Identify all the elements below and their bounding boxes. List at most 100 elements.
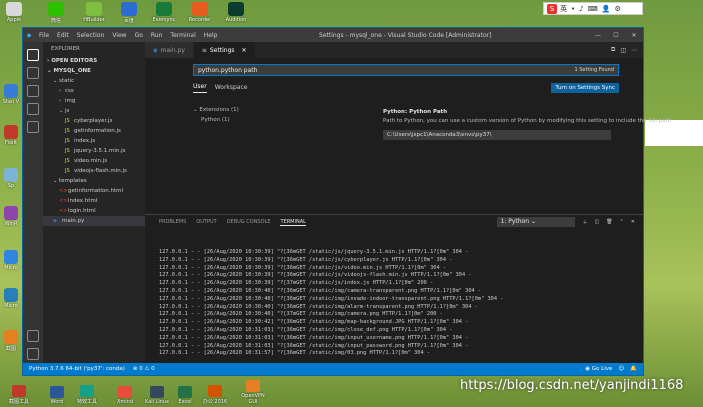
- tree-item[interactable]: JS getinformation.js: [43, 126, 145, 136]
- menu-edit[interactable]: Edit: [53, 32, 73, 39]
- new-terminal-icon[interactable]: ＋: [582, 219, 587, 226]
- desktop-icon[interactable]: 截图: [0, 330, 22, 352]
- taskbar-item[interactable]: 办公 2016: [202, 385, 228, 405]
- taskbar-item[interactable]: Word: [44, 386, 70, 405]
- terminal-line: 127.0.0.1 - - [26/Aug/2020 10:30:39] "?[…: [159, 256, 453, 263]
- open-json-icon[interactable]: ⧉: [611, 46, 615, 54]
- desktop-icon[interactable]: Eversync: [152, 2, 176, 23]
- source-control-icon[interactable]: [27, 85, 39, 97]
- desktop-icon-label: Recorder: [188, 17, 212, 23]
- settings-sync-button[interactable]: Turn on Settings Sync: [551, 83, 619, 93]
- desktop-icon-label: Micro: [4, 303, 18, 309]
- problems-count[interactable]: ⊗ 0 ⚠ 0: [133, 366, 155, 372]
- tree-item[interactable]: ◆ main.py: [43, 216, 145, 226]
- taskbar-item[interactable]: Excel: [172, 386, 198, 405]
- taskbar-item[interactable]: 截图工具: [6, 385, 32, 405]
- tree-item[interactable]: JS index.js: [43, 136, 145, 146]
- tray-item[interactable]: 👤: [602, 5, 611, 13]
- gear-icon[interactable]: [27, 348, 39, 360]
- open-editors-section[interactable]: › OPEN EDITORS: [43, 56, 145, 66]
- tab-problems[interactable]: PROBLEMS: [159, 219, 186, 225]
- tab-output[interactable]: OUTPUT: [196, 219, 216, 225]
- tree-item[interactable]: JS video.min.js: [43, 156, 145, 166]
- desktop-icon[interactable]: Audition: [224, 2, 248, 23]
- tab-user[interactable]: User: [193, 83, 207, 93]
- taskbar-item[interactable]: 特效工具: [74, 385, 100, 405]
- close-window-icon[interactable]: ✕: [625, 32, 643, 39]
- tree-item-label: index.html: [68, 198, 98, 204]
- terminal-select[interactable]: 1: Python ⌄: [497, 217, 576, 227]
- tree-item[interactable]: › css: [43, 86, 145, 96]
- desktop-icon[interactable]: Apple: [2, 2, 26, 23]
- tree-item[interactable]: <>index.html: [43, 196, 145, 206]
- tray-item[interactable]: 英: [560, 5, 567, 13]
- terminal-output[interactable]: 127.0.0.1 - - [26/Aug/2020 10:30:39] "?[…: [145, 229, 643, 358]
- menu-terminal[interactable]: Terminal: [166, 32, 199, 39]
- tab-workspace[interactable]: Workspace: [215, 84, 248, 93]
- desktop-icon[interactable]: Foxit: [0, 125, 22, 146]
- tree-item[interactable]: JS jquery-3.5.1.min.js: [43, 146, 145, 156]
- menu-help[interactable]: Help: [200, 32, 222, 39]
- tree-item[interactable]: ⌄ js: [43, 106, 145, 116]
- menu-go[interactable]: Go: [131, 32, 147, 39]
- extensions-icon[interactable]: [27, 121, 39, 133]
- search-icon[interactable]: [27, 67, 39, 79]
- python-interpreter[interactable]: Python 3.7.6 64-bit ('py37': conda): [29, 366, 125, 372]
- sogou-logo-icon[interactable]: S: [547, 3, 557, 14]
- tree-item[interactable]: <>login.html: [43, 206, 145, 216]
- project-section[interactable]: ⌄ MYSQL_ONE: [43, 66, 145, 76]
- menu-file[interactable]: File: [35, 32, 53, 39]
- taskbar-item[interactable]: Kali Linux: [144, 386, 170, 405]
- desktop-icon[interactable]: Recorder: [188, 2, 212, 23]
- maximize-icon[interactable]: ☐: [607, 32, 625, 39]
- tree-item[interactable]: › img: [43, 96, 145, 106]
- tray-item[interactable]: ⚙: [614, 5, 620, 13]
- tree-item[interactable]: JS cyberplayer.js: [43, 116, 145, 126]
- close-icon[interactable]: ✕: [631, 219, 635, 225]
- tray-item[interactable]: •: [571, 5, 575, 13]
- browser-icon: [121, 2, 137, 16]
- tree-item[interactable]: JS videojs-flash.min.js: [43, 166, 145, 176]
- account-icon[interactable]: [27, 330, 39, 342]
- menu-selection[interactable]: Selection: [73, 32, 109, 39]
- menu-view[interactable]: View: [108, 32, 130, 39]
- python-path-input[interactable]: C:\Users\jxpc1\Anaconda3\envs\py37\: [383, 130, 611, 140]
- desktop-icon[interactable]: Micro: [0, 288, 22, 309]
- close-icon[interactable]: ✕: [242, 47, 247, 54]
- run-debug-icon[interactable]: [27, 103, 39, 115]
- trash-icon[interactable]: 🗑: [606, 219, 612, 225]
- tray-item[interactable]: ⌨: [588, 5, 598, 13]
- menu-run[interactable]: Run: [147, 32, 167, 39]
- feedback-icon[interactable]: ☺: [618, 366, 624, 372]
- minimize-icon[interactable]: —: [589, 32, 607, 39]
- tab-terminal[interactable]: TERMINAL: [280, 219, 306, 226]
- more-actions-icon[interactable]: ⋯: [631, 47, 637, 54]
- notifications-icon[interactable]: 🔔: [630, 366, 637, 372]
- tab-main-py[interactable]: ◆ main.py: [145, 42, 194, 58]
- desktop-icon-label: Foxit: [5, 140, 17, 146]
- split-editor-icon[interactable]: ◫: [620, 47, 626, 54]
- desktop-icon[interactable]: Sp: [0, 168, 22, 189]
- settings-tree-extensions[interactable]: ⌄ Extensions (1): [193, 105, 239, 115]
- settings-tree-python[interactable]: Python (1): [193, 115, 239, 125]
- settings-search-input[interactable]: python.python path 1 Setting Found: [193, 64, 619, 76]
- desktop-icon[interactable]: 微信: [44, 2, 68, 24]
- chevron-up-icon[interactable]: ⌃: [620, 219, 624, 225]
- tree-item[interactable]: <>getinformation.html: [43, 186, 145, 196]
- go-live-button[interactable]: ◉ Go Live: [585, 366, 612, 372]
- tray-item[interactable]: ♪: [579, 5, 583, 13]
- split-terminal-icon[interactable]: ◫: [595, 219, 600, 225]
- desktop-icon[interactable]: WinR: [0, 206, 22, 227]
- desktop-icon[interactable]: Stan V: [0, 84, 22, 105]
- tree-item[interactable]: ⌄ templates: [43, 176, 145, 186]
- tree-item[interactable]: ⌄ static: [43, 76, 145, 86]
- taskbar-item[interactable]: Xmind: [112, 386, 138, 405]
- explorer-icon[interactable]: [27, 49, 39, 61]
- desktop-icon[interactable]: Micro: [0, 250, 22, 271]
- desktop-icon[interactable]: 百度: [117, 2, 141, 24]
- desktop-icon[interactable]: HBuilder: [82, 2, 106, 23]
- tree-item-label: login.html: [68, 208, 96, 214]
- tab-debug-console[interactable]: DEBUG CONSOLE: [227, 219, 271, 225]
- taskbar-item[interactable]: OpenVPN GUI: [240, 380, 266, 405]
- tab-settings[interactable]: ≡ Settings ✕: [193, 42, 256, 58]
